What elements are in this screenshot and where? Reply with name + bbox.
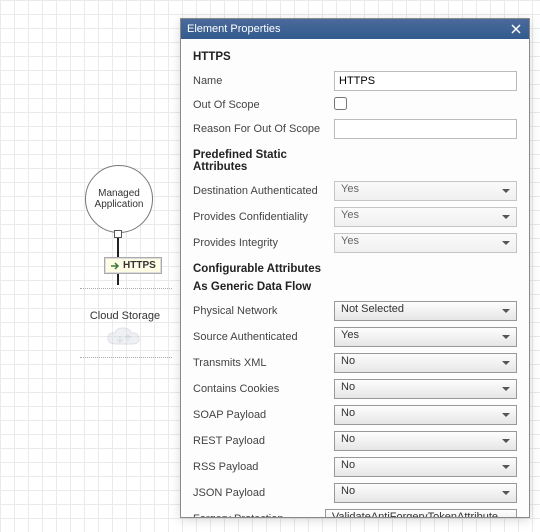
select-rss[interactable]: No [334, 457, 517, 477]
row-dest-auth: Destination Authenticated Yes [193, 181, 517, 201]
row-json: JSON Payload No [193, 483, 517, 503]
label-rss: RSS Payload [193, 461, 328, 473]
select-transmits-xml[interactable]: No [334, 353, 517, 373]
edge-label-text: HTTPS [123, 260, 156, 271]
panel-title: Element Properties [187, 23, 281, 35]
label-forgery: Forgery Protection [193, 513, 319, 517]
section-predefined: Predefined Static Attributes [193, 149, 313, 173]
row-forgery: Forgery Protection ValidateAntiForgeryTo… [193, 509, 517, 517]
row-rss: RSS Payload No [193, 457, 517, 477]
row-transmits-xml: Transmits XML No [193, 353, 517, 373]
label-source-auth: Source Authenticated [193, 331, 328, 343]
select-rest[interactable]: No [334, 431, 517, 451]
select-integrity[interactable]: Yes [334, 233, 517, 253]
row-integrity: Provides Integrity Yes [193, 233, 517, 253]
select-json[interactable]: No [334, 483, 517, 503]
select-dest-auth[interactable]: Yes [334, 181, 517, 201]
panel-titlebar[interactable]: Element Properties [181, 19, 529, 39]
label-transmits-xml: Transmits XML [193, 357, 328, 369]
select-confidentiality[interactable]: Yes [334, 207, 517, 227]
select-forgery[interactable]: ValidateAntiForgeryTokenAttribute [325, 509, 517, 517]
label-out-of-scope: Out Of Scope [193, 99, 328, 111]
input-reason[interactable] [334, 119, 517, 139]
select-physical-network[interactable]: Not Selected [334, 301, 517, 321]
row-soap: SOAP Payload No [193, 405, 517, 425]
label-dest-auth: Destination Authenticated [193, 185, 328, 197]
cloud-icon [106, 326, 144, 350]
panel-body: HTTPS Name Out Of Scope Reason For Out O… [181, 39, 529, 517]
label-rest: REST Payload [193, 435, 328, 447]
row-name: Name [193, 71, 517, 91]
checkbox-out-of-scope[interactable] [334, 97, 347, 110]
label-integrity: Provides Integrity [193, 237, 328, 249]
label-json: JSON Payload [193, 487, 328, 499]
row-rest: REST Payload No [193, 431, 517, 451]
cloud-storage-label: Cloud Storage [80, 310, 170, 322]
row-reason: Reason For Out Of Scope [193, 119, 517, 139]
section-configurable: Configurable Attributes [193, 263, 517, 275]
close-button[interactable] [509, 22, 523, 36]
label-reason: Reason For Out Of Scope [193, 123, 328, 135]
label-cookies: Contains Cookies [193, 383, 328, 395]
edge-label-https[interactable]: HTTPS [104, 257, 162, 274]
arrow-icon [110, 261, 120, 271]
section-generic-flow: As Generic Data Flow [193, 281, 517, 293]
label-name: Name [193, 75, 328, 87]
label-physical-network: Physical Network [193, 305, 328, 317]
select-source-auth[interactable]: Yes [334, 327, 517, 347]
row-cookies: Contains Cookies No [193, 379, 517, 399]
label-soap: SOAP Payload [193, 409, 328, 421]
row-physical-network: Physical Network Not Selected [193, 301, 517, 321]
select-cookies[interactable]: No [334, 379, 517, 399]
node-managed-application[interactable]: Managed Application [85, 165, 153, 233]
row-source-auth: Source Authenticated Yes [193, 327, 517, 347]
section-https: HTTPS [193, 51, 517, 63]
input-name[interactable] [334, 71, 517, 91]
row-confidentiality: Provides Confidentiality Yes [193, 207, 517, 227]
node-label: Managed Application [95, 188, 144, 210]
element-properties-panel: Element Properties HTTPS Name Out Of Sco… [180, 18, 530, 518]
label-confidentiality: Provides Confidentiality [193, 211, 328, 223]
close-icon [511, 24, 521, 34]
select-soap[interactable]: No [334, 405, 517, 425]
row-out-of-scope: Out Of Scope [193, 97, 517, 113]
